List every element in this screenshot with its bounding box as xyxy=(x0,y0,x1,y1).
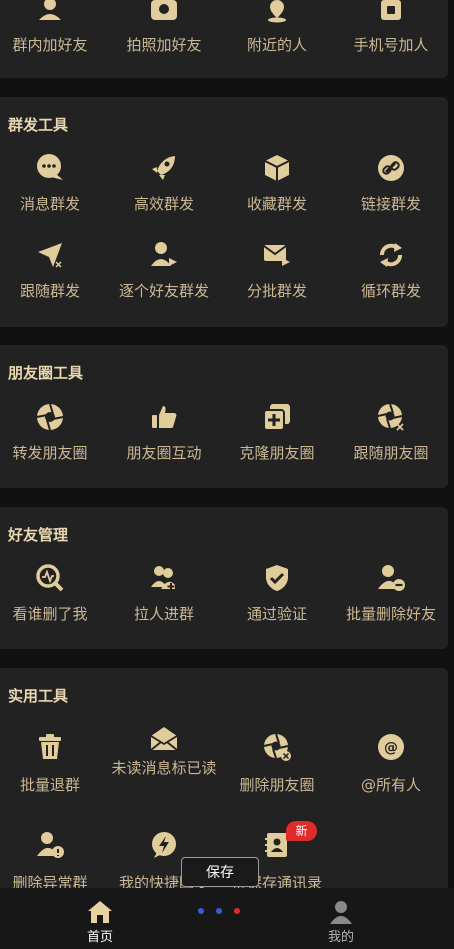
camera-icon xyxy=(151,0,177,20)
tool-moments-interact[interactable]: 朋友圈互动 xyxy=(107,402,221,463)
section-title: 群发工具 xyxy=(8,116,69,134)
aperture-shuffle-icon xyxy=(377,403,404,431)
user-send-icon xyxy=(151,242,177,266)
page-dot-2 xyxy=(216,908,222,914)
user-warning-icon xyxy=(37,832,64,858)
tool-phone-add-friend[interactable]: 手机号加人 xyxy=(334,0,448,55)
tool-message-mass-send[interactable]: 消息群发 xyxy=(0,153,107,214)
add-friends-card: 群内加好友 拍照加好友 附近的人 手机号加人 xyxy=(0,0,448,78)
tool-loop-mass-send[interactable]: 循环群发 xyxy=(334,240,448,301)
tool-group-add-friend[interactable]: 群内加好友 xyxy=(0,0,107,55)
user-icon xyxy=(330,901,352,924)
nav-mine[interactable]: 我的 xyxy=(296,900,386,945)
moments-card: 朋友圈工具 转发朋友圈 朋友圈互动 克隆朋友圈 跟随朋友圈 xyxy=(0,345,448,488)
aperture-delete-icon xyxy=(263,733,291,761)
tool-mention-all[interactable]: @ @所有人 xyxy=(334,732,448,795)
tool-nearby-people[interactable]: 附近的人 xyxy=(220,0,334,55)
svg-text:@: @ xyxy=(384,740,398,756)
trash-icon xyxy=(39,734,61,759)
section-title: 朋友圈工具 xyxy=(8,364,84,382)
tool-follow-mass-send[interactable]: 跟随群发 xyxy=(0,240,107,301)
lightning-bubble-icon xyxy=(152,832,176,858)
rocket-icon xyxy=(152,156,175,180)
friend-management-card: 好友管理 看谁删了我 拉人进群 通过验证 批量删除好友 xyxy=(0,507,448,649)
users-add-icon xyxy=(151,566,175,590)
page-dot-1 xyxy=(198,908,204,914)
tool-who-deleted-me[interactable]: 看谁删了我 xyxy=(0,563,107,624)
tool-batch-quit-groups[interactable]: 批量退群 xyxy=(0,732,107,795)
refresh-icon xyxy=(380,243,402,267)
new-badge: 新 xyxy=(286,821,317,841)
section-title: 好友管理 xyxy=(8,526,69,544)
tool-favorite-mass-send[interactable]: 收藏群发 xyxy=(220,153,334,214)
tool-invite-to-group[interactable]: 拉人进群 xyxy=(107,563,221,624)
tool-batch-delete-friends[interactable]: 批量删除好友 xyxy=(334,563,448,624)
tool-photo-add-friend[interactable]: 拍照加好友 xyxy=(107,0,221,55)
tool-link-mass-send[interactable]: 链接群发 xyxy=(334,153,448,214)
link-icon xyxy=(378,155,404,181)
nav-home[interactable]: 首页 xyxy=(55,900,145,945)
group-user-icon xyxy=(39,0,61,20)
tool-one-by-one-mass-send[interactable]: 逐个好友群发 xyxy=(107,240,221,301)
chat-bubble-icon xyxy=(37,154,63,180)
aperture-icon xyxy=(36,403,64,431)
location-icon xyxy=(268,0,286,23)
copy-plus-icon xyxy=(263,404,290,431)
tool-forward-moments[interactable]: 转发朋友圈 xyxy=(0,402,107,463)
mass-send-card: 群发工具 消息群发 高效群发 收藏群发 链接群发 跟随群发 逐个好友群发 分批群… xyxy=(0,97,448,327)
tool-batch-mass-send[interactable]: 分批群发 xyxy=(220,240,334,301)
shield-check-icon xyxy=(266,565,288,591)
tool-follow-moments[interactable]: 跟随朋友圈 xyxy=(334,402,448,463)
tool-clone-moments[interactable]: 克隆朋友圈 xyxy=(220,402,334,463)
section-title: 实用工具 xyxy=(8,687,69,705)
user-remove-icon xyxy=(378,565,405,591)
envelope-open-icon xyxy=(150,727,178,751)
mail-forward-icon xyxy=(263,245,290,266)
tool-delete-moments[interactable]: 删除朋友圈 xyxy=(220,732,334,795)
tool-pass-verification[interactable]: 通过验证 xyxy=(220,563,334,624)
box-icon xyxy=(264,155,290,181)
search-pulse-icon xyxy=(36,564,64,592)
at-sign-icon: @ xyxy=(378,734,404,760)
save-button[interactable]: 保存 xyxy=(181,857,259,887)
paper-plane-icon xyxy=(38,243,62,268)
thumbs-up-icon xyxy=(152,406,177,428)
page-dot-3 xyxy=(234,908,240,914)
home-icon xyxy=(88,901,112,923)
bottom-navigation: 首页 我的 xyxy=(0,888,454,949)
tool-delete-abnormal-groups[interactable]: 删除异常群 xyxy=(0,830,107,893)
tool-mark-unread-read[interactable]: 未读消息标已读 xyxy=(107,724,221,778)
tool-efficient-mass-send[interactable]: 高效群发 xyxy=(107,153,221,214)
phone-contact-icon xyxy=(381,0,401,20)
